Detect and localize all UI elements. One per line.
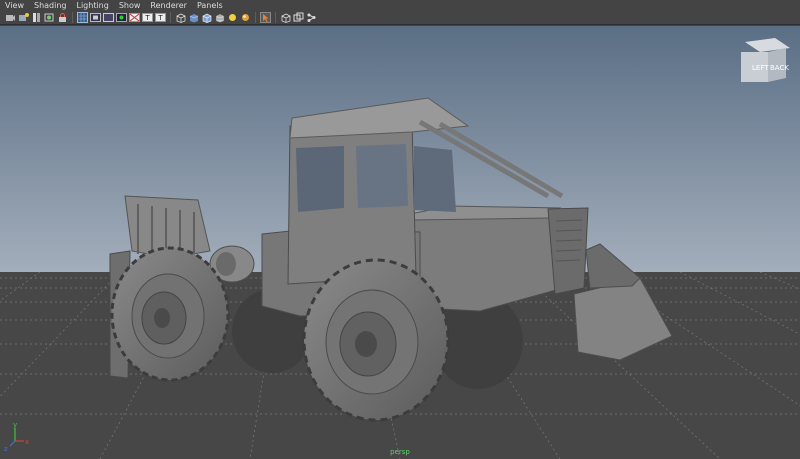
- cab-front-window: [296, 146, 344, 212]
- image-plane-icon[interactable]: [44, 12, 55, 23]
- toolbar-divider: [72, 12, 73, 23]
- menu-shading[interactable]: Shading: [29, 0, 72, 11]
- safe-title-icon[interactable]: T: [155, 12, 166, 23]
- toolbar-divider: [170, 12, 171, 23]
- axis-y-label: y: [13, 421, 17, 429]
- svg-text:T: T: [157, 14, 163, 22]
- shadows-icon[interactable]: [240, 12, 251, 23]
- perspective-viewport[interactable]: LEFT BACK y x z persp: [0, 26, 800, 459]
- safe-action-icon[interactable]: T: [142, 12, 153, 23]
- use-all-lights-icon[interactable]: [227, 12, 238, 23]
- menu-show[interactable]: Show: [114, 0, 146, 11]
- cab-side-window: [414, 146, 456, 212]
- maya-viewport-panel: View Shading Lighting Show Renderer Pane…: [0, 0, 800, 459]
- wireframe-on-shaded-icon[interactable]: [201, 12, 212, 23]
- panel-menu-bar: View Shading Lighting Show Renderer Pane…: [0, 0, 800, 11]
- bookmark-icon[interactable]: [31, 12, 42, 23]
- camera-name-label: persp: [390, 448, 410, 456]
- camera-select-icon[interactable]: [5, 12, 16, 23]
- front-wheel: [302, 258, 450, 422]
- smooth-shade-icon[interactable]: [188, 12, 199, 23]
- toolbar-divider: [275, 12, 276, 23]
- field-chart-icon[interactable]: [129, 12, 140, 23]
- view-cube-side-label: BACK: [770, 64, 789, 72]
- select-camera-icon[interactable]: [260, 12, 271, 23]
- textured-icon[interactable]: [214, 12, 225, 23]
- engine-cap: [216, 252, 236, 276]
- xray-icon[interactable]: [293, 12, 304, 23]
- view-cube-front-label: LEFT: [752, 64, 769, 72]
- cab-door-window: [356, 144, 408, 208]
- menu-panels[interactable]: Panels: [192, 0, 228, 11]
- camera-attributes-icon[interactable]: [18, 12, 29, 23]
- menu-view[interactable]: View: [0, 0, 29, 11]
- toolbar-divider: [255, 12, 256, 23]
- panel-toolbar: T T: [0, 11, 800, 25]
- grid-icon[interactable]: [77, 12, 88, 23]
- isolate-select-icon[interactable]: [280, 12, 291, 23]
- wireframe-icon[interactable]: [175, 12, 186, 23]
- lock-camera-icon[interactable]: [57, 12, 68, 23]
- xray-joints-icon[interactable]: [306, 12, 317, 23]
- menu-renderer[interactable]: Renderer: [145, 0, 192, 11]
- film-gate-icon[interactable]: [90, 12, 101, 23]
- resolution-gate-icon[interactable]: [103, 12, 114, 23]
- gate-mask-icon[interactable]: [116, 12, 127, 23]
- rear-wheel: [110, 246, 230, 382]
- svg-text:T: T: [144, 14, 150, 22]
- axis-x-label: x: [25, 438, 29, 446]
- menu-lighting[interactable]: Lighting: [71, 0, 113, 11]
